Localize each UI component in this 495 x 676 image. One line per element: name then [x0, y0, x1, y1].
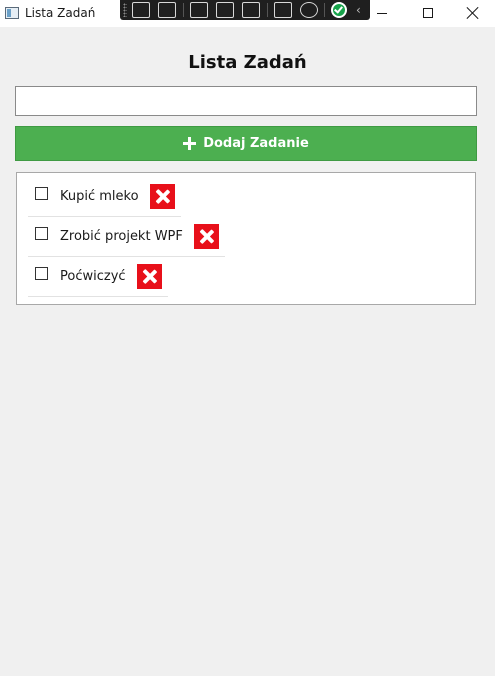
close-icon: [194, 224, 219, 249]
task-label: Poćwiczyć: [60, 269, 126, 284]
page-title: Lista Zadań: [188, 52, 307, 73]
drag-grip-icon[interactable]: [123, 3, 127, 17]
window-titlebar: Lista Zadań ‹: [0, 0, 495, 27]
toolbar-separator: [267, 3, 268, 17]
task-checkbox[interactable]: [35, 187, 48, 200]
minimize-icon: [377, 13, 387, 14]
layout-adorner-icon[interactable]: [216, 2, 234, 18]
binding-failures-icon[interactable]: [274, 2, 292, 18]
list-item: Zrobić projekt WPF: [28, 217, 225, 257]
close-button[interactable]: [450, 0, 495, 27]
video-icon[interactable]: [158, 2, 176, 18]
task-checkbox[interactable]: [35, 267, 48, 280]
task-label: Zrobić projekt WPF: [60, 229, 183, 244]
select-element-icon[interactable]: [132, 2, 150, 18]
task-list: Kupić mleko Zrobić projekt WPF Poćwiczyć: [16, 172, 476, 305]
track-focus-icon[interactable]: [242, 2, 260, 18]
accessibility-icon[interactable]: [300, 2, 318, 18]
maximize-icon: [423, 8, 433, 18]
minimize-button[interactable]: [357, 0, 403, 27]
task-label: Kupić mleko: [60, 189, 139, 204]
task-checkbox[interactable]: [35, 227, 48, 240]
debug-toolbar: ‹: [120, 0, 370, 20]
window-title: Lista Zadań: [25, 6, 96, 20]
maximize-button[interactable]: [404, 0, 450, 27]
delete-task-button[interactable]: [149, 184, 175, 209]
toolbar-separator: [183, 3, 184, 17]
task-input[interactable]: [15, 86, 477, 116]
add-task-button[interactable]: Dodaj Zadanie: [15, 126, 477, 161]
add-task-label: Dodaj Zadanie: [203, 136, 309, 151]
plus-icon: [183, 137, 197, 150]
toolbar-separator: [324, 3, 325, 17]
list-item: Poćwiczyć: [28, 257, 168, 297]
close-icon: [137, 264, 162, 289]
delete-task-button[interactable]: [136, 264, 162, 289]
app-icon: [5, 7, 19, 19]
pointer-icon[interactable]: [190, 2, 208, 18]
delete-task-button[interactable]: [193, 224, 219, 249]
close-icon: [467, 7, 479, 19]
close-icon: [150, 184, 175, 209]
list-item: Kupić mleko: [28, 177, 181, 217]
